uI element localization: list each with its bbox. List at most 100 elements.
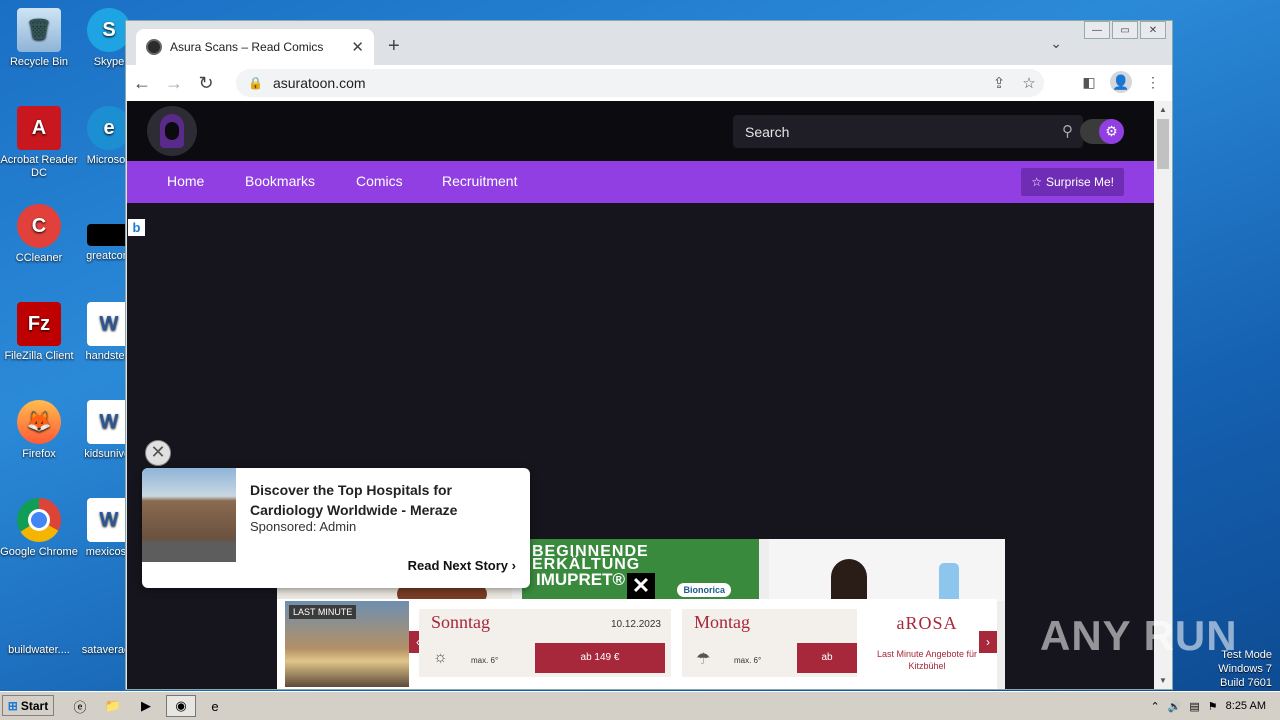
- new-tab-button[interactable]: +: [388, 35, 400, 58]
- reload-icon[interactable]: ↻: [190, 73, 222, 94]
- windows-logo-icon: ⊞: [7, 698, 18, 713]
- network-icon[interactable]: ▤: [1189, 700, 1199, 713]
- surprise-me-button[interactable]: ☆ Surprise Me!: [1021, 168, 1124, 196]
- taskbar-edge-icon[interactable]: e: [203, 695, 227, 717]
- desktop-icon-ccleaner[interactable]: C CCleaner: [0, 204, 78, 265]
- day-temp: max. 6°: [471, 656, 499, 665]
- acrobat-icon: A: [17, 106, 61, 150]
- test-mode-watermark: Test Mode Windows 7 Build 7601: [1218, 648, 1272, 690]
- nav-recruitment[interactable]: Recruitment: [442, 173, 517, 189]
- ad-model-banner[interactable]: [769, 539, 1005, 601]
- back-arrow-icon[interactable]: ←: [126, 73, 158, 94]
- address-bar[interactable]: 🔒 asuratoon.com ⇪ ☆: [236, 69, 1044, 97]
- side-panel-icon[interactable]: ◧: [1078, 71, 1100, 93]
- menu-kebab-icon[interactable]: ⋮: [1142, 71, 1164, 93]
- nav-bookmarks[interactable]: Bookmarks: [245, 173, 315, 189]
- start-button[interactable]: ⊞ Start: [2, 695, 54, 716]
- native-ad-headline[interactable]: Discover the Top Hospitals for Cardiolog…: [250, 480, 520, 520]
- address-url[interactable]: asuratoon.com: [273, 75, 984, 91]
- desktop-icon-chrome[interactable]: Google Chrome: [0, 498, 78, 559]
- system-tray: ⌃ 🔊 ▤ ⚑ 8:25 AM: [1150, 694, 1280, 718]
- toolbar-right: ◧ 👤 ⋮: [1078, 71, 1164, 93]
- desktop-icon-label: Acrobat Reader DC: [0, 154, 78, 179]
- taskbar: ⊞ Start ⓔ 📁 ▶ ◉ e ⌃ 🔊 ▤ ⚑ 8:25 AM: [0, 691, 1280, 720]
- site-favicon-icon: [146, 39, 162, 55]
- desktop-icon-buildwater[interactable]: buildwater....: [0, 620, 78, 657]
- share-icon[interactable]: ⇪: [984, 74, 1014, 92]
- recycle-bin-icon: 🗑: [17, 8, 61, 52]
- water-bottle-shape: [939, 563, 959, 601]
- anyrun-watermark: ANY RUN: [1040, 612, 1238, 659]
- day-card-sonntag[interactable]: Sonntag 10.12.2023 ☼ max. 6° ab 149 €: [419, 609, 671, 677]
- carousel-next-icon[interactable]: ›: [979, 631, 997, 653]
- tab-close-icon[interactable]: ✕: [351, 38, 364, 56]
- watermark-line1: Test Mode: [1221, 649, 1272, 661]
- ad-green-line3: IMUPRET®: [536, 570, 626, 589]
- site-logo[interactable]: [147, 106, 197, 156]
- desktop-icon-label: Google Chrome: [0, 546, 78, 558]
- desktop-icon-firefox[interactable]: 🦊 Firefox: [0, 400, 78, 461]
- native-ad-close-icon[interactable]: ✕: [145, 440, 171, 466]
- theme-toggle[interactable]: ⚙: [1080, 119, 1124, 144]
- umbrella-icon: ☂: [696, 651, 711, 668]
- tray-expand-icon[interactable]: ⌃: [1150, 700, 1159, 713]
- chevron-right-icon: ›: [511, 558, 516, 573]
- watermark-line2: Windows 7: [1218, 663, 1272, 675]
- browser-toolbar: ← → ↻ 🔒 asuratoon.com ⇪ ☆ ◧ 👤 ⋮: [126, 65, 1172, 101]
- sun-icon: ☼: [433, 649, 448, 666]
- desktop-icon-filezilla[interactable]: Fz FileZilla Client: [0, 302, 78, 363]
- site-search-input[interactable]: Search ⚲: [733, 115, 1083, 148]
- profile-avatar-icon[interactable]: 👤: [1110, 71, 1132, 93]
- scroll-down-icon[interactable]: ▼: [1154, 676, 1172, 685]
- logo-face-shape: [165, 122, 179, 140]
- filezilla-icon: Fz: [17, 302, 61, 346]
- forward-arrow-icon[interactable]: →: [158, 73, 190, 94]
- page-scrollbar[interactable]: ▲ ▼: [1154, 101, 1172, 689]
- desktop-icon-recycle-bin[interactable]: 🗑 Recycle Bin: [0, 8, 78, 69]
- taskbar-explorer-icon[interactable]: 📁: [101, 695, 125, 717]
- read-next-story-link[interactable]: Read Next Story ›: [408, 558, 516, 573]
- nav-home[interactable]: Home: [167, 173, 204, 189]
- volume-icon[interactable]: 🔊: [1168, 700, 1182, 713]
- day-price-button[interactable]: ab: [797, 643, 857, 673]
- arosa-ad-banner[interactable]: LAST MINUTE ‹ Sonntag 10.12.2023 ☼ max. …: [277, 599, 997, 689]
- tab-asura-scans[interactable]: Asura Scans – Read Comics ✕: [136, 29, 374, 65]
- model-hair-shape: [831, 559, 867, 601]
- action-center-flag-icon[interactable]: ⚑: [1208, 700, 1218, 713]
- lock-icon: 🔒: [248, 76, 263, 90]
- bookmark-star-icon[interactable]: ☆: [1014, 74, 1044, 92]
- site-navbar: Home Bookmarks Comics Recruitment ☆ Surp…: [127, 161, 1154, 203]
- bing-badge-icon[interactable]: b: [128, 219, 145, 236]
- firefox-icon: 🦊: [17, 400, 61, 444]
- watermark-line3: Build 7601: [1220, 677, 1272, 689]
- arosa-brand-box: aROSA Last Minute Angebote für Kitzbühel: [859, 603, 995, 685]
- nav-comics[interactable]: Comics: [356, 173, 403, 189]
- page-viewport: Search ⚲ ⚙ Home Bookmarks Comics Recruit…: [127, 101, 1154, 689]
- last-minute-tag: LAST MINUTE: [289, 605, 357, 619]
- search-icon[interactable]: ⚲: [1062, 122, 1073, 140]
- taskbar-ie-icon[interactable]: ⓔ: [68, 695, 92, 717]
- native-ad-card[interactable]: Discover the Top Hospitals for Cardiolog…: [142, 468, 530, 588]
- file-icon: [17, 620, 61, 640]
- desktop-icon-label: CCleaner: [15, 252, 63, 264]
- scrollbar-thumb[interactable]: [1157, 119, 1169, 169]
- star-icon: ☆: [1031, 175, 1042, 189]
- scroll-up-icon[interactable]: ▲: [1154, 105, 1172, 114]
- arosa-promo-text: Last Minute Angebote für Kitzbühel: [876, 649, 978, 671]
- ccleaner-icon: C: [17, 204, 61, 248]
- tab-search-chevron-down-icon[interactable]: ⌄: [1050, 35, 1062, 52]
- browser-window: — ▭ ✕ Asura Scans – Read Comics ✕ + ⌄ ← …: [125, 20, 1173, 690]
- desktop-icon-acrobat[interactable]: A Acrobat Reader DC: [0, 106, 78, 180]
- day-name: Montag: [694, 612, 750, 632]
- desktop-icon-label: FileZilla Client: [4, 350, 74, 362]
- hospital-thumbnail: [142, 468, 236, 562]
- day-card-montag[interactable]: Montag ☂ max. 6° ab: [682, 609, 857, 677]
- taskbar-media-player-icon[interactable]: ▶: [134, 695, 158, 717]
- day-name: Sonntag: [431, 612, 491, 632]
- native-ad-sponsor: Sponsored: Admin: [250, 519, 357, 534]
- ad-close-button[interactable]: ✕: [627, 573, 655, 599]
- clock[interactable]: 8:25 AM: [1226, 700, 1266, 712]
- gear-icon: ⚙: [1099, 119, 1124, 144]
- taskbar-chrome-icon[interactable]: ◉: [166, 695, 196, 717]
- day-price-button[interactable]: ab 149 €: [535, 643, 665, 673]
